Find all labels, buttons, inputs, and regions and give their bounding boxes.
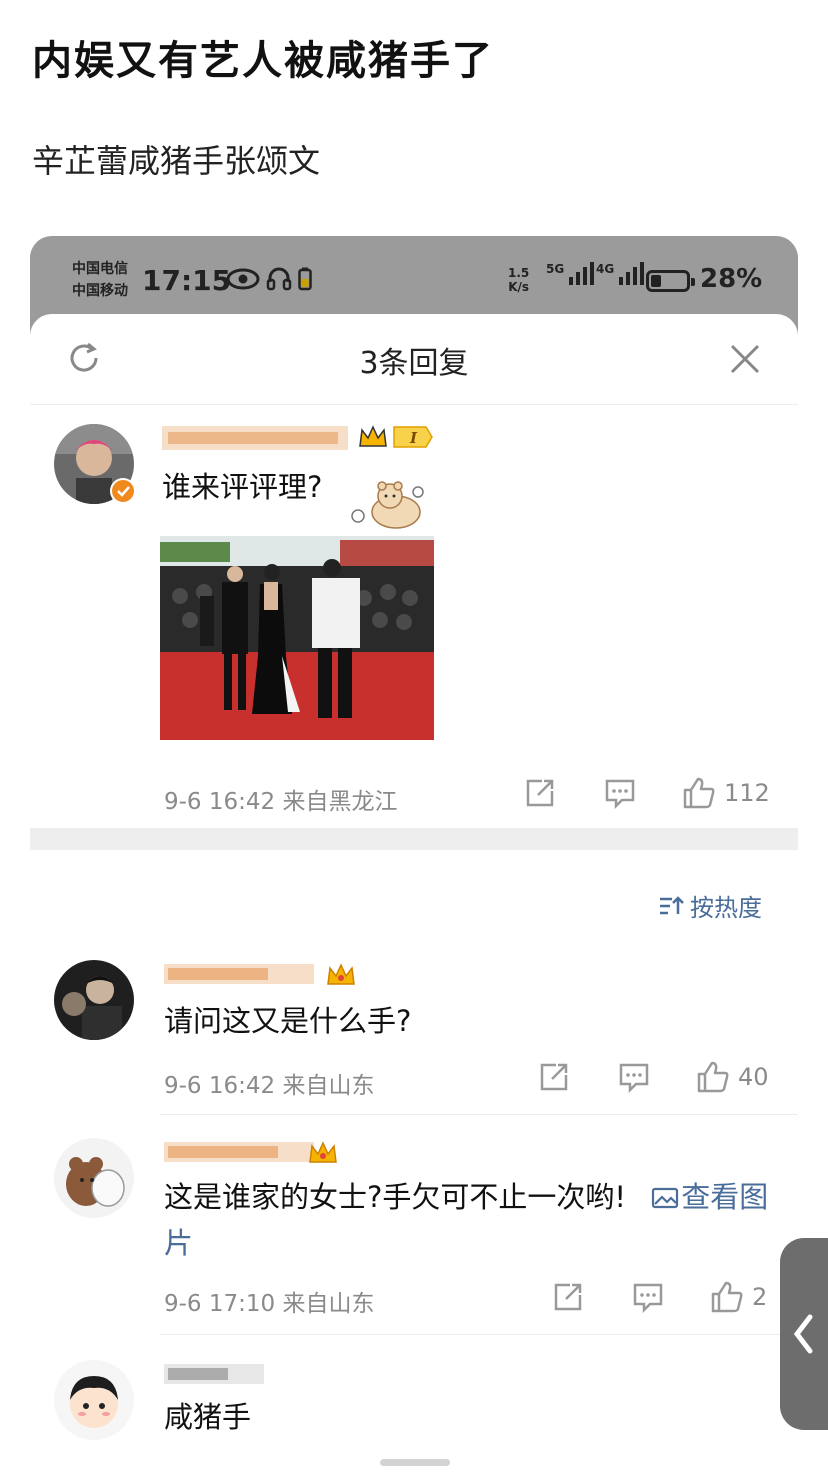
like-count: 112 [724,779,770,807]
crown-icon [309,1141,337,1163]
username-blurred[interactable] [162,422,352,452]
reply-text-body: 这是谁家的女士?手欠可不止一次哟! [164,1180,627,1214]
thumbs-up-icon [711,1281,743,1313]
home-indicator [380,1459,450,1466]
avatar[interactable] [54,1360,134,1440]
comment-icon [633,1283,663,1313]
avatar[interactable] [54,1138,134,1218]
sheet-header: 3条回复 [30,314,798,405]
sheet-title: 3条回复 [359,346,469,381]
battery-icon [646,270,695,292]
avatar[interactable] [54,960,134,1040]
reply-time-location: 9-6 16:42 来自山东 [164,1073,375,1099]
carrier-names: 中国电信 中国移动 [72,258,128,302]
bear-sticker-icon [351,481,424,529]
sort-icon [660,895,684,914]
screenshot-frame: 中国电信 中国移动 17:15 1.5 K/s 5G 4G 28% 3条回复 I… [30,236,798,1474]
side-panel-tab[interactable] [780,1238,828,1430]
eye-icon [226,268,260,290]
sort-label: 按热度 [690,894,762,922]
headphones-icon [266,267,292,291]
level-badge-icon: I [393,426,433,448]
comment-time-location: 9-6 16:42 来自黑龙江 [164,789,398,815]
svg-text:I: I [409,429,418,447]
share-icon [526,779,554,807]
username-blurred[interactable] [164,1358,274,1388]
signal-5g-icon: 5G [546,262,595,285]
reply-text: 请问这又是什么手? [164,1004,412,1038]
reply-time-location: 9-6 17:10 来自山东 [164,1291,375,1317]
like-button[interactable]: 112 [682,776,770,810]
divider [160,1114,798,1115]
like-count: 40 [738,1063,769,1091]
reply-text: 咸猪手 [164,1400,252,1434]
verified-icon [110,478,136,504]
thumbs-up-icon [683,777,715,809]
close-icon[interactable] [728,342,762,376]
like-button[interactable]: 2 [710,1280,767,1314]
battery-percent: 28% [700,264,763,294]
reply-text: 这是谁家的女士?手欠可不止一次哟! 查看图片 [164,1174,774,1266]
like-button[interactable]: 40 [696,1060,769,1094]
share-button[interactable] [552,1280,584,1314]
carrier-1: 中国电信 [72,261,128,277]
signal-4g-icon: 4G [596,262,645,285]
battery-small-icon [298,267,312,291]
comment-button[interactable] [632,1280,664,1314]
carrier-2: 中国移动 [72,283,128,299]
chevron-left-icon [793,1314,813,1354]
comment-text: 谁来评评理? [162,470,323,504]
share-icon [540,1063,568,1091]
post-title: 内娱又有艺人被咸猪手了 [32,38,494,84]
image-icon [652,1187,679,1209]
comment-button[interactable] [618,1060,650,1094]
crown-icon [359,425,387,447]
user-badge: I [358,424,434,450]
network-speed: 1.5 K/s [508,266,530,294]
share-button[interactable] [538,1060,570,1094]
section-separator [30,828,798,850]
comment-button[interactable] [604,776,636,810]
thumbs-up-icon [697,1061,729,1093]
crown-icon [327,963,355,985]
share-icon [554,1283,582,1311]
divider [160,1334,798,1335]
username-blurred[interactable] [164,958,314,988]
status-time: 17:15 [142,264,232,297]
sort-by-hot-button[interactable]: 按热度 [658,888,762,923]
like-count: 2 [752,1283,768,1311]
comment-icon [619,1063,649,1093]
replies-sheet: 3条回复 I 谁来评评理? 9-6 16:42 来自黑龙江 112 按热度 请问… [30,314,798,1474]
comment-image[interactable] [160,536,434,740]
username-blurred[interactable] [164,1136,314,1166]
post-subtitle: 辛芷蕾咸猪手张颂文 [32,142,321,180]
share-button[interactable] [524,776,556,810]
comment-icon [605,779,635,809]
